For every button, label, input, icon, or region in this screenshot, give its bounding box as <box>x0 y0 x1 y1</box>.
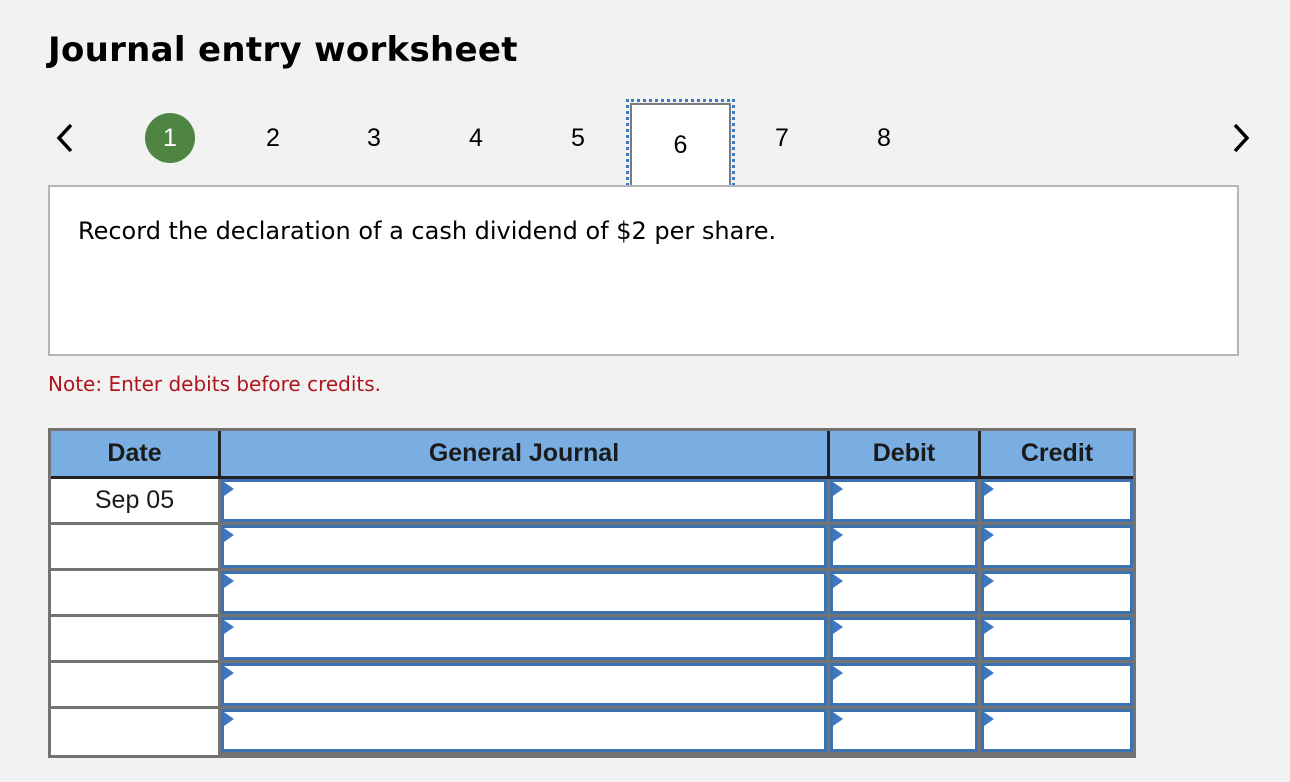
prompt-text: Record the declaration of a cash dividen… <box>78 217 777 245</box>
debit-input[interactable] <box>830 663 978 706</box>
chevron-right-icon <box>1233 123 1250 153</box>
date-cell <box>51 663 221 709</box>
step-3[interactable]: 3 <box>348 112 400 164</box>
account-input[interactable] <box>221 663 827 706</box>
dropdown-flag-icon <box>984 712 994 726</box>
date-cell: Sep 05 <box>51 479 221 525</box>
dropdown-flag-icon <box>224 482 234 496</box>
step-7[interactable]: 7 <box>756 112 808 164</box>
debit-input[interactable] <box>830 525 978 568</box>
debit-input[interactable] <box>830 571 978 614</box>
debit-input[interactable] <box>830 617 978 660</box>
dropdown-flag-icon <box>833 482 843 496</box>
account-input[interactable] <box>221 571 827 614</box>
debit-input[interactable] <box>830 479 978 522</box>
dropdown-flag-icon <box>833 620 843 634</box>
dropdown-flag-icon <box>224 712 234 726</box>
header-date: Date <box>51 431 221 476</box>
dropdown-flag-icon <box>833 712 843 726</box>
credit-input[interactable] <box>981 663 1133 706</box>
date-cell <box>51 525 221 571</box>
credit-input[interactable] <box>981 709 1133 752</box>
note-text: Note: Enter debits before credits. <box>48 372 382 396</box>
dropdown-flag-icon <box>984 482 994 496</box>
previous-step-button[interactable] <box>50 118 80 158</box>
journal-header-row: Date General Journal Debit Credit <box>51 431 1133 479</box>
journal-row <box>51 663 1133 709</box>
step-4[interactable]: 4 <box>450 112 502 164</box>
date-cell <box>51 709 221 755</box>
dropdown-flag-icon <box>833 666 843 680</box>
step-6[interactable]: 6 <box>626 99 735 192</box>
chevron-left-icon <box>56 123 73 153</box>
prompt-box: Record the declaration of a cash dividen… <box>48 185 1239 356</box>
dropdown-flag-icon <box>984 528 994 542</box>
next-step-button[interactable] <box>1226 118 1256 158</box>
date-cell <box>51 571 221 617</box>
journal-row: Sep 05 <box>51 479 1133 525</box>
dropdown-flag-icon <box>833 574 843 588</box>
debit-input[interactable] <box>830 709 978 752</box>
journal-table: Date General Journal Debit Credit Sep 05 <box>48 428 1136 758</box>
dropdown-flag-icon <box>224 528 234 542</box>
step-5[interactable]: 5 <box>552 112 604 164</box>
header-credit: Credit <box>1020 439 1094 467</box>
credit-input[interactable] <box>981 525 1133 568</box>
account-input[interactable] <box>221 709 827 752</box>
credit-input[interactable] <box>981 617 1133 660</box>
credit-input[interactable] <box>981 479 1133 522</box>
step-8[interactable]: 8 <box>858 112 910 164</box>
step-1[interactable]: 1 <box>145 113 195 163</box>
journal-row <box>51 571 1133 617</box>
journal-row <box>51 617 1133 663</box>
account-input[interactable] <box>221 617 827 660</box>
journal-body: Sep 05 <box>51 479 1133 755</box>
date-cell <box>51 617 221 663</box>
account-input[interactable] <box>221 525 827 568</box>
dropdown-flag-icon <box>833 528 843 542</box>
step-2[interactable]: 2 <box>247 112 299 164</box>
dropdown-flag-icon <box>224 666 234 680</box>
page-title: Journal entry worksheet <box>48 30 518 70</box>
dropdown-flag-icon <box>224 574 234 588</box>
credit-input[interactable] <box>981 571 1133 614</box>
dropdown-flag-icon <box>224 620 234 634</box>
dropdown-flag-icon <box>984 574 994 588</box>
journal-row <box>51 525 1133 571</box>
dropdown-flag-icon <box>984 666 994 680</box>
journal-row <box>51 709 1133 755</box>
account-input[interactable] <box>221 479 827 522</box>
dropdown-flag-icon <box>984 620 994 634</box>
header-general-journal: General Journal <box>221 431 830 476</box>
step-navigation: 1 2 3 4 5 6 7 8 <box>0 99 1290 192</box>
header-debit: Debit <box>830 431 981 476</box>
